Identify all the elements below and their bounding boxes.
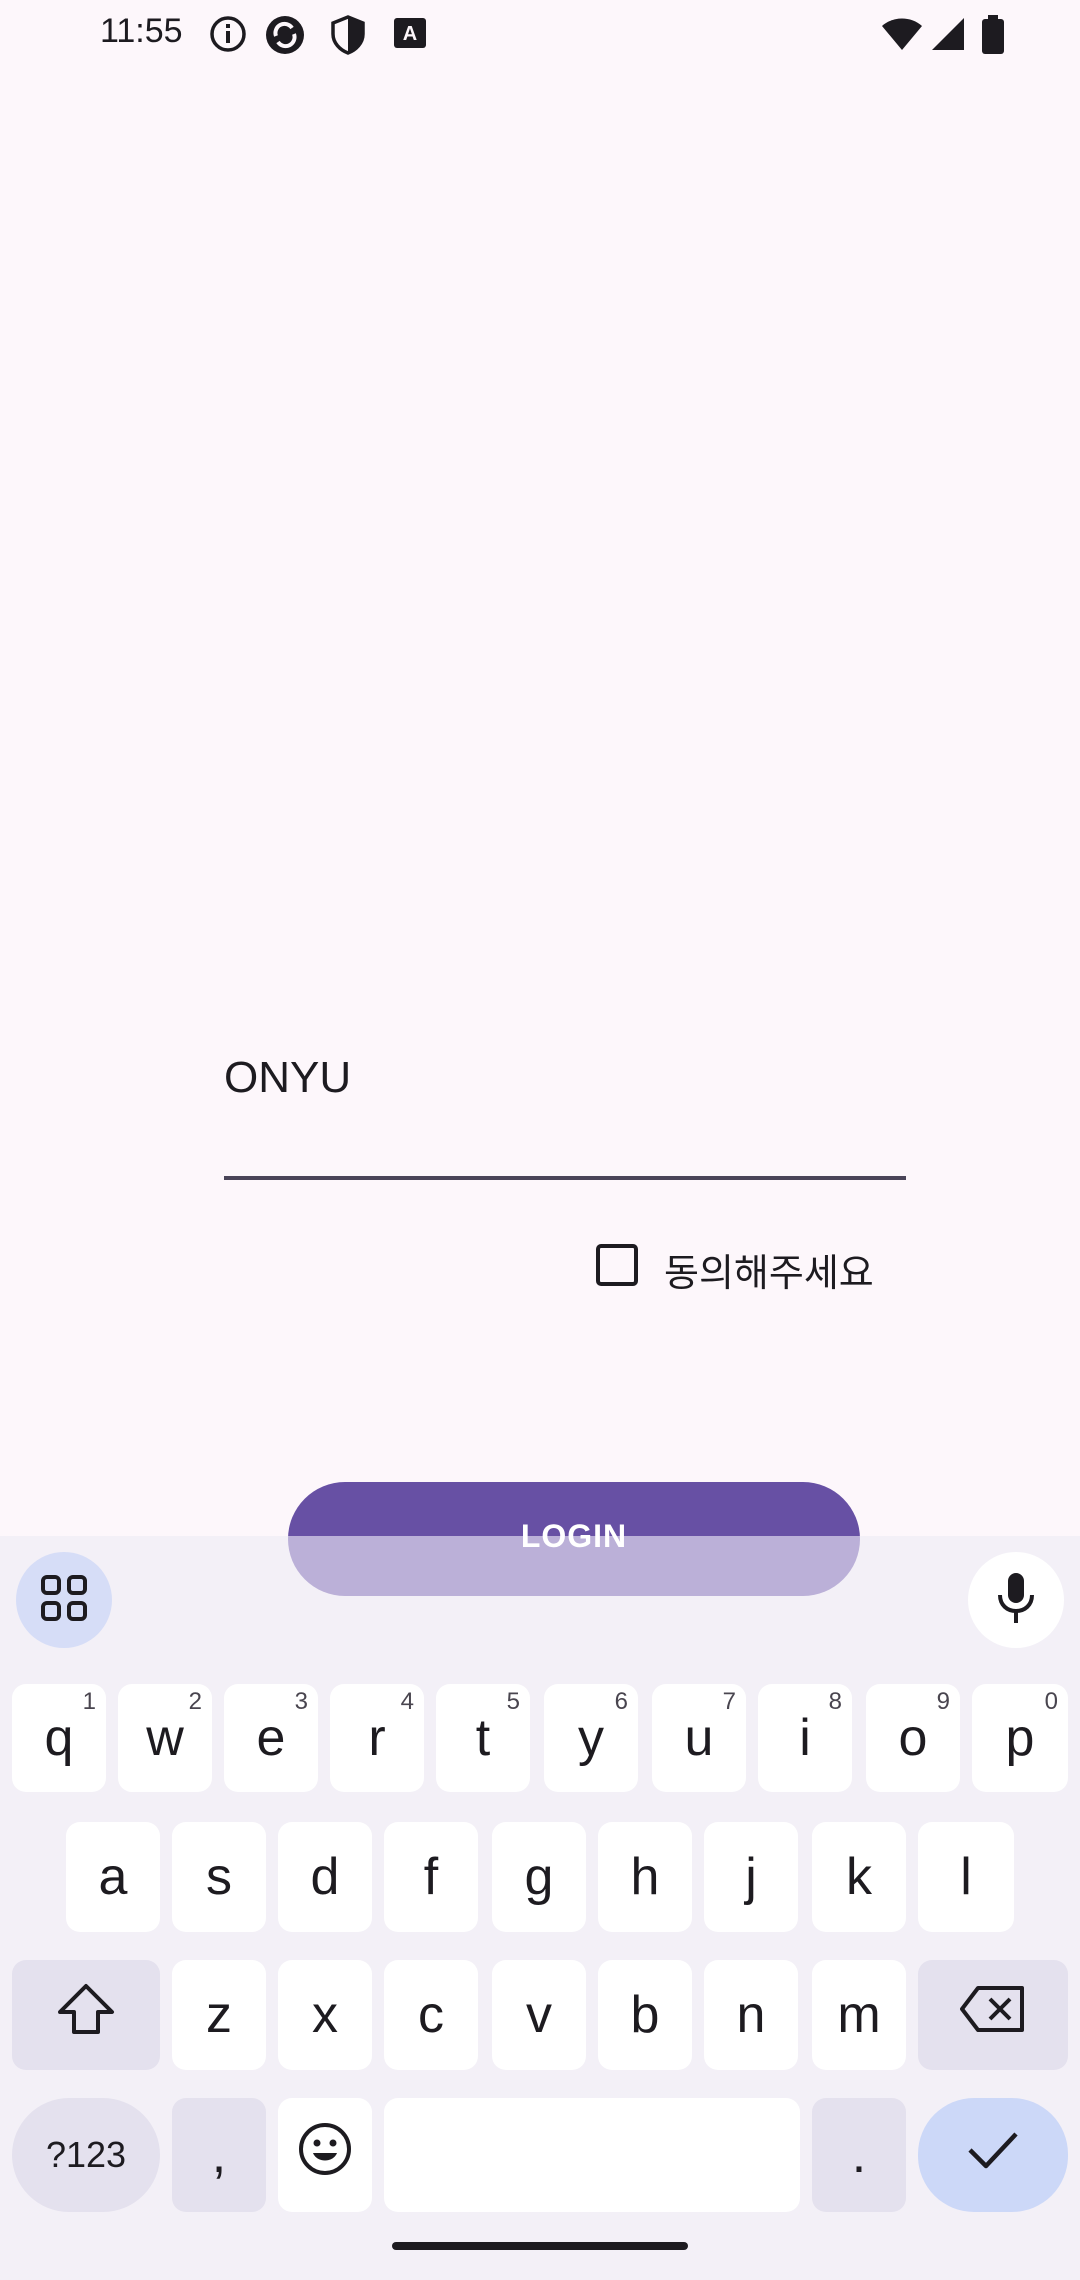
space-key[interactable]	[384, 2098, 800, 2212]
signal-icon	[930, 14, 966, 58]
period-key[interactable]: .	[812, 2098, 906, 2212]
key-m[interactable]: m	[812, 1960, 906, 2070]
agree-checkbox[interactable]	[596, 1244, 638, 1286]
username-field-underline	[224, 1176, 906, 1180]
wifi-icon	[880, 14, 924, 58]
shift-key[interactable]	[12, 1960, 160, 2070]
key-d[interactable]: d	[278, 1822, 372, 1932]
enter-key[interactable]	[918, 2098, 1068, 2212]
battery-icon	[980, 14, 1006, 60]
key-k[interactable]: k	[812, 1822, 906, 1932]
checkmark-icon	[966, 2125, 1020, 2185]
key-g[interactable]: g	[492, 1822, 586, 1932]
sync-icon	[264, 14, 306, 60]
grid-icon	[39, 1573, 89, 1627]
key-i[interactable]: i8	[758, 1684, 852, 1792]
status-time: 11:55	[100, 12, 183, 50]
comma-key[interactable]: ,	[172, 2098, 266, 2212]
key-j[interactable]: j	[704, 1822, 798, 1932]
key-c[interactable]: c	[384, 1960, 478, 2070]
key-h[interactable]: h	[598, 1822, 692, 1932]
key-x[interactable]: x	[278, 1960, 372, 2070]
key-s[interactable]: s	[172, 1822, 266, 1932]
microphone-icon	[994, 1571, 1038, 1629]
key-o[interactable]: o9	[866, 1684, 960, 1792]
key-v[interactable]: v	[492, 1960, 586, 2070]
keyboard: q1 w2 e3 r4 t5 y6 u7 i8 o9 p0 a s d f g …	[0, 1536, 1080, 2280]
backspace-icon	[958, 1984, 1028, 2047]
key-t[interactable]: t5	[436, 1684, 530, 1792]
backspace-key[interactable]	[918, 1960, 1068, 2070]
gesture-nav-handle[interactable]	[392, 2242, 688, 2250]
key-q[interactable]: q1	[12, 1684, 106, 1792]
key-a[interactable]: a	[66, 1822, 160, 1932]
key-b[interactable]: b	[598, 1960, 692, 2070]
svg-text:A: A	[403, 23, 417, 45]
key-e[interactable]: e3	[224, 1684, 318, 1792]
keyboard-apps-button[interactable]	[16, 1552, 112, 1648]
key-n[interactable]: n	[704, 1960, 798, 2070]
login-button[interactable]: LOGIN	[288, 1482, 860, 1596]
emoji-key[interactable]	[278, 2098, 372, 2212]
key-w[interactable]: w2	[118, 1684, 212, 1792]
key-y[interactable]: y6	[544, 1684, 638, 1792]
shield-icon	[328, 14, 368, 60]
info-icon	[208, 14, 248, 58]
key-p[interactable]: p0	[972, 1684, 1068, 1792]
login-label: LOGIN	[520, 1518, 628, 1554]
key-u[interactable]: u7	[652, 1684, 746, 1792]
status-bar: 11:55 A	[0, 0, 1080, 70]
key-r[interactable]: r4	[330, 1684, 424, 1792]
key-z[interactable]: z	[172, 1960, 266, 2070]
key-f[interactable]: f	[384, 1822, 478, 1932]
symbols-key[interactable]: ?123	[12, 2098, 160, 2212]
voice-input-button[interactable]	[968, 1552, 1064, 1648]
key-l[interactable]: l	[918, 1822, 1014, 1932]
shift-icon	[56, 1982, 116, 2049]
text-app-icon: A	[392, 14, 428, 56]
emoji-icon	[297, 2121, 353, 2190]
agree-label[interactable]: 동의해주세요	[664, 1242, 874, 1297]
username-field[interactable]: ONYU	[224, 1053, 351, 1103]
